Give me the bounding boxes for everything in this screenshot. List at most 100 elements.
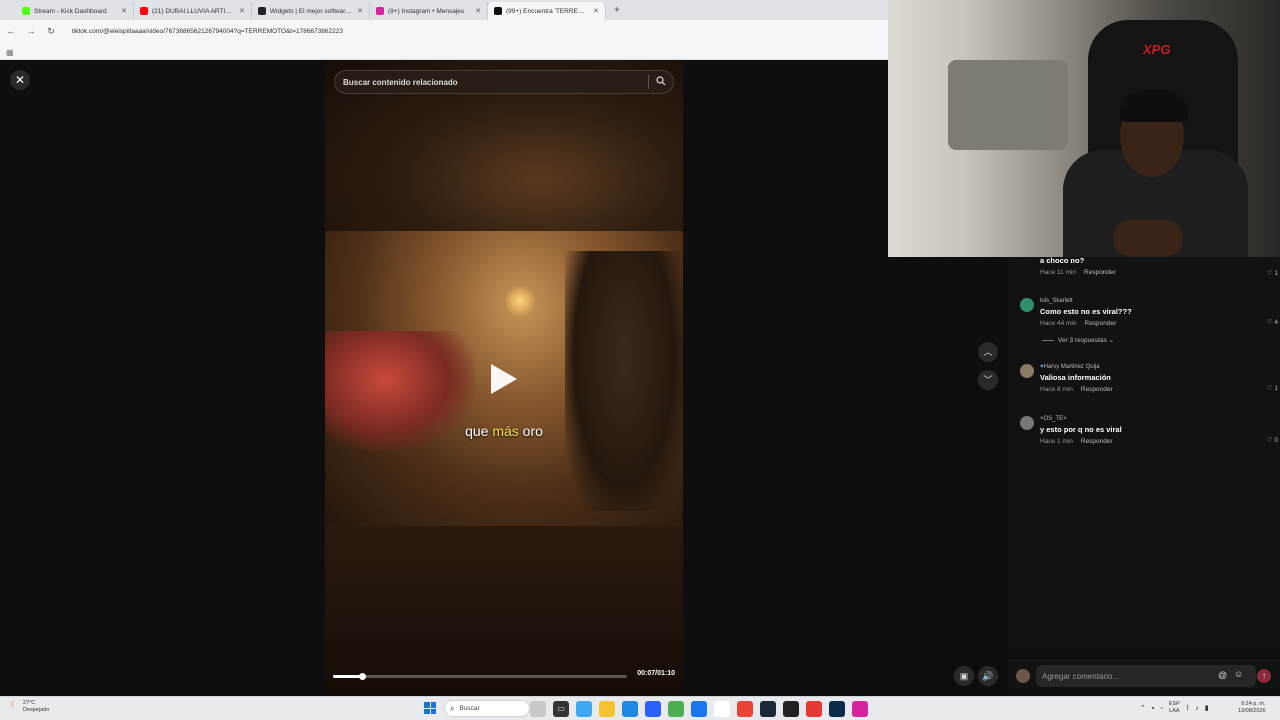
play-icon[interactable] [491,364,517,394]
taskbar: ☾ 27°C Despejado ⌕ Buscar ▭ ⌃ ▪ ▫ ESP LA… [0,696,1280,720]
like-count: 1 [1274,385,1278,392]
close-tab-icon[interactable]: ✕ [593,7,599,15]
heart-icon: ♡ [1266,385,1273,392]
terminal-icon[interactable] [783,701,799,717]
close-tab-icon[interactable]: ✕ [239,7,245,15]
taskbar-search[interactable]: ⌕ Buscar [444,700,530,717]
browser-tab[interactable]: Widgets | El mejor software pa ✕ [252,2,370,20]
app-icon[interactable] [806,701,822,717]
browser-tab[interactable]: (9+) Instagram • Mensajes ✕ [370,2,488,20]
reply-button[interactable]: Responder [1081,386,1113,393]
windows-start-icon[interactable] [424,702,436,714]
new-tab-button[interactable]: + [606,2,628,20]
emoji-icon[interactable]: ☺ [1234,669,1243,679]
comment-username-text: Harvy Martinez Quija [1043,364,1100,370]
person-figure [565,251,683,511]
battery-icon[interactable]: ▮ [1205,704,1209,712]
slack-icon[interactable] [714,701,730,717]
avatar[interactable] [1020,364,1034,378]
photos-icon[interactable] [576,701,592,717]
avatar[interactable] [1020,298,1034,312]
video-player[interactable]: que más oro 00:07/01:10 [325,60,683,696]
like-button[interactable]: ♡ 1 [1267,384,1278,392]
chevron-up-icon[interactable]: ⌃ [1140,704,1146,712]
heart-icon: ♡ [1266,270,1273,277]
like-count: 1 [1274,270,1278,277]
back-icon[interactable]: ← [6,26,16,36]
tab-title: (21) DUBAI LLUVIA ARTIFICIAL [152,7,236,15]
browser-tab[interactable]: (21) DUBAI LLUVIA ARTIFICIAL ✕ [134,2,252,20]
comment-time: Hace 1 min [1040,438,1073,445]
related-search-input[interactable] [343,77,648,87]
close-tab-icon[interactable]: ✕ [475,7,481,15]
like-count: 0 [1274,437,1278,444]
close-icon[interactable]: ✕ [10,70,30,90]
chevron-down-icon[interactable]: ﹀ [978,370,998,390]
facebook-icon[interactable] [691,701,707,717]
browser-tab-active[interactable]: (99+) Encuentra 'TERREMOTO' e ✕ [488,2,606,20]
browser-tabbar: Stream - Kick Dashboard ✕ (21) DUBAI LLU… [0,0,888,20]
reply-button[interactable]: Responder [1084,269,1116,276]
caption-toggle-icon[interactable]: ▣ [954,666,974,686]
tab-title: (9+) Instagram • Mensajes [388,7,465,15]
clock-date: 13/08/2026 [1238,708,1266,714]
progress-bar[interactable] [333,673,627,680]
video-frame-bottom [325,526,683,696]
system-tray: ⌃ ▪ ▫ ESP LAA ⌇ ♪ ▮ [1140,701,1209,715]
webcam-overlay: XPG [888,0,1280,257]
wifi-icon[interactable]: ⌇ [1186,704,1189,712]
moon-icon: ☾ [10,700,19,711]
close-tab-icon[interactable]: ✕ [121,7,127,15]
url-field[interactable]: tiktok.com/@eleispiitaaaa/video/76736865… [72,28,343,35]
avatar [1016,669,1030,683]
like-button[interactable]: ♡ 0 [1267,436,1278,444]
like-button[interactable]: ♡ 1 [1267,269,1278,277]
language-indicator[interactable]: ESP LAA [1169,701,1180,715]
steam-icon[interactable] [760,701,776,717]
app-tray-icon[interactable]: ▫ [1160,705,1162,712]
send-icon[interactable]: ↑ [1257,669,1271,683]
volume-icon[interactable]: ♪ [1195,705,1199,712]
video-time: 00:07/01:10 [637,670,675,677]
comment-meta: Hace 11 min Responder [1040,269,1116,276]
reply-button[interactable]: Responder [1085,320,1117,327]
streamer-hands [1113,220,1183,257]
app-tray-icon[interactable]: ▪ [1152,705,1154,712]
chrome-icon[interactable] [737,701,753,717]
video-caption: que más oro [325,423,683,439]
view-replies-button[interactable]: Ver 3 respuestas ⌄ [1042,336,1114,344]
comment-username[interactable]: luis_Skarlett [1040,298,1073,304]
photoshop-icon[interactable] [829,701,845,717]
weather-widget[interactable]: ☾ 27°C Despejado [10,700,49,714]
task-view-icon[interactable]: ▭ [553,701,569,717]
like-button[interactable]: ♡ 4 [1267,318,1278,326]
address-bar: ← → ↻ tiktok.com/@eleispiitaaaa/video/76… [0,20,888,42]
reply-button[interactable]: Responder [1081,438,1113,445]
store-icon[interactable] [645,701,661,717]
apps-grid-icon[interactable]: ▦ [6,48,14,57]
chevron-up-icon[interactable]: ︿ [978,342,998,362]
taskbar-search-label: Buscar [459,705,480,712]
weather-desc: Despejado [22,707,50,713]
comment-text: y esto por q no es viral [1040,425,1122,434]
minecraft-icon[interactable] [668,701,684,717]
comment-username[interactable]: ♥Harvy Martinez Quija [1040,364,1100,370]
file-explorer-icon[interactable] [599,701,615,717]
edge-icon[interactable] [622,701,638,717]
forward-icon[interactable]: → [26,26,36,36]
reload-icon[interactable]: ↻ [46,26,56,37]
comment-time: Hace 11 min [1040,269,1077,276]
tiktok-app-icon[interactable] [852,701,868,717]
caption-highlight: más [492,423,519,439]
close-tab-icon[interactable]: ✕ [357,7,363,15]
browser-tab[interactable]: Stream - Kick Dashboard ✕ [16,2,134,20]
heart-icon: ♡ [1266,319,1273,326]
search-icon[interactable] [649,76,673,88]
mention-icon[interactable]: @ [1218,670,1227,680]
lamp-light [505,286,535,316]
clock[interactable]: 9:24 p. m. 13/08/2026 [1238,701,1266,715]
avatar[interactable] [1020,416,1034,430]
comment-username[interactable]: ×OS_TE× [1040,416,1067,422]
volume-icon[interactable]: 🔊 [978,666,998,686]
widgets-icon[interactable] [530,701,546,717]
